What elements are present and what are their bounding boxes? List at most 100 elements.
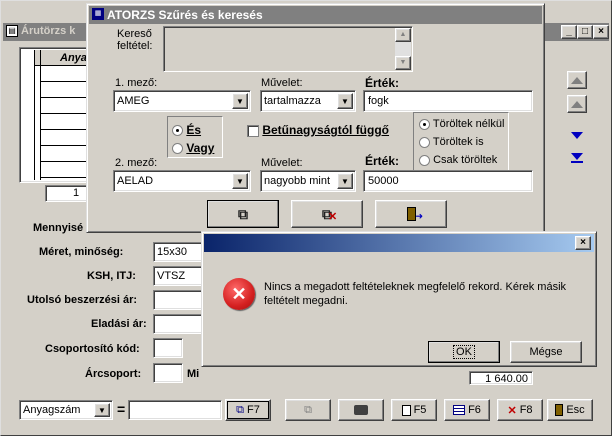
- message-text: Nincs a megadott feltételeknek megfelelő…: [264, 281, 567, 307]
- f8-delete-button[interactable]: ✕ F8: [497, 399, 543, 421]
- quantity-label: Mennyisé: [33, 222, 84, 234]
- esc-exit-button[interactable]: Esc: [547, 399, 593, 421]
- triangle-up-icon: [571, 100, 583, 108]
- chevron-down-icon[interactable]: ▼: [232, 93, 248, 109]
- checkbox-icon: [247, 124, 259, 137]
- operation1-value: tartalmazza: [264, 95, 321, 107]
- chevron-down-icon[interactable]: ▼: [337, 173, 353, 189]
- ok-button[interactable]: OK: [428, 341, 500, 363]
- scroll-down-arrow-icon[interactable]: ▼: [395, 56, 411, 70]
- size-quality-label: Méret, minőség:: [39, 246, 124, 258]
- case-sensitive-checkbox[interactable]: Betűnagyságtól függő: [247, 123, 389, 137]
- operation1-label: Művelet:: [261, 77, 303, 89]
- last-purchase-price-label: Utolsó beszerzési ár:: [27, 294, 138, 306]
- deleted-filter-group: Töröltek nélkül Töröltek is Csak törölte…: [413, 112, 509, 172]
- ksh-itj-field[interactable]: VTSZ: [153, 266, 203, 286]
- esc-label: Esc: [566, 404, 585, 416]
- dialog-exit-button[interactable]: ➜: [375, 200, 447, 228]
- edit-grid-icon: [453, 405, 466, 415]
- sale-price-label: Eladási ár:: [91, 318, 147, 330]
- f5-new-button[interactable]: F5: [391, 399, 437, 421]
- print-button[interactable]: [338, 399, 384, 421]
- with-deleted-radio[interactable]: Töröltek is: [419, 136, 484, 148]
- group-code-label: Csoportosító kód:: [45, 343, 140, 355]
- nav-last-button[interactable]: [569, 151, 585, 165]
- sale-price-field[interactable]: [153, 314, 203, 334]
- field1-label: 1. mező:: [115, 77, 158, 89]
- maximize-button[interactable]: □: [577, 25, 593, 39]
- ok-label: OK: [453, 345, 475, 359]
- without-deleted-label: Töröltek nélkül: [432, 118, 505, 130]
- and-or-group: És Vagy: [167, 116, 223, 158]
- ksh-itj-label: KSH, ITJ:: [87, 270, 136, 282]
- size-quality-field[interactable]: 15x30: [153, 242, 203, 262]
- value2-input[interactable]: 50000: [363, 170, 533, 192]
- cancel-button[interactable]: Mégse: [510, 341, 582, 363]
- operation1-select[interactable]: tartalmazza ▼: [260, 90, 356, 112]
- dialog-app-icon: ▦: [92, 8, 104, 20]
- or-radio[interactable]: Vagy: [172, 141, 214, 155]
- exit-door-icon: ➜: [406, 207, 423, 221]
- new-document-icon: [401, 404, 411, 416]
- bottom-right-value: 1 640.00: [469, 371, 533, 385]
- field1-select[interactable]: AMEG ▼: [113, 90, 251, 112]
- exit-door-icon: [555, 404, 564, 416]
- value1-label: Érték:: [365, 76, 400, 90]
- search-condition-scrollbar[interactable]: ▲ ▼: [395, 28, 411, 70]
- f6-edit-button[interactable]: F6: [444, 399, 490, 421]
- message-close-button[interactable]: ×: [575, 236, 591, 250]
- binoculars-cancel-icon: ⧉ ✕: [322, 205, 338, 223]
- triangle-down-icon: [571, 131, 583, 139]
- field1-value: AMEG: [117, 95, 150, 107]
- value1-input[interactable]: fogk: [363, 90, 533, 112]
- triangle-down-icon: [571, 153, 583, 160]
- last-purchase-price-field[interactable]: [153, 290, 203, 310]
- field-select[interactable]: Anyagszám ▼: [19, 400, 113, 420]
- search-value-input[interactable]: [128, 400, 222, 420]
- operation2-select[interactable]: nagyobb mint ▼: [260, 170, 356, 192]
- only-deleted-radio[interactable]: Csak töröltek: [419, 154, 497, 166]
- chevron-down-icon[interactable]: ▼: [94, 403, 110, 417]
- search-condition-text[interactable]: [163, 26, 413, 72]
- message-box: × ✕ Nincs a megadott feltételeknek megfe…: [201, 231, 597, 367]
- binoculars-icon: ⧉: [304, 403, 312, 416]
- field-select-value: Anyagszám: [23, 404, 81, 416]
- f5-label: F5: [413, 404, 427, 416]
- radio-checked-icon: [172, 125, 183, 137]
- filter-title: ATORZS Szűrés és keresés: [107, 8, 263, 22]
- and-radio[interactable]: És: [172, 123, 201, 137]
- scroll-up-arrow-icon[interactable]: ▲: [395, 28, 411, 42]
- chevron-down-icon[interactable]: ▼: [337, 93, 353, 109]
- f7-search-button[interactable]: ⧉ F7: [225, 399, 271, 421]
- without-deleted-radio[interactable]: Töröltek nélkül: [419, 118, 504, 130]
- minimize-button[interactable]: _: [561, 25, 577, 39]
- printer-icon: [354, 405, 368, 415]
- chevron-down-icon[interactable]: ▼: [232, 173, 248, 189]
- radio-icon: [419, 136, 430, 148]
- radio-icon: [419, 154, 430, 166]
- app-icon: ▤: [6, 25, 18, 37]
- operation2-value: nagyobb mint: [264, 175, 331, 187]
- f7-label: F7: [247, 404, 260, 416]
- field2-value: AELAD: [117, 175, 154, 187]
- f8-label: F8: [519, 404, 533, 416]
- nav-up-button[interactable]: [567, 71, 587, 89]
- binoculars-icon: ⧉: [238, 205, 248, 222]
- f6-label: F6: [468, 404, 481, 416]
- close-button[interactable]: ×: [593, 25, 609, 39]
- dialog-search-button[interactable]: ⧉: [207, 200, 279, 228]
- nav-down-button[interactable]: [569, 129, 585, 141]
- dialog-clear-button[interactable]: ⧉ ✕: [291, 200, 363, 228]
- only-deleted-label: Csak töröltek: [433, 154, 498, 166]
- nav-up2-button[interactable]: [567, 95, 587, 113]
- main-title: Árutörzs k: [21, 25, 76, 37]
- or-label: Vagy: [186, 141, 215, 155]
- value2-label: Érték:: [365, 154, 400, 168]
- field2-select[interactable]: AELAD ▼: [113, 170, 251, 192]
- price-group-field[interactable]: [153, 363, 183, 383]
- binoculars-icon: ⧉: [236, 403, 244, 416]
- find-next-button[interactable]: ⧉: [285, 399, 331, 421]
- group-code-field[interactable]: [153, 338, 183, 358]
- mi-label: Mi: [187, 368, 200, 380]
- case-sensitive-label: Betűnagyságtól függő: [262, 123, 390, 137]
